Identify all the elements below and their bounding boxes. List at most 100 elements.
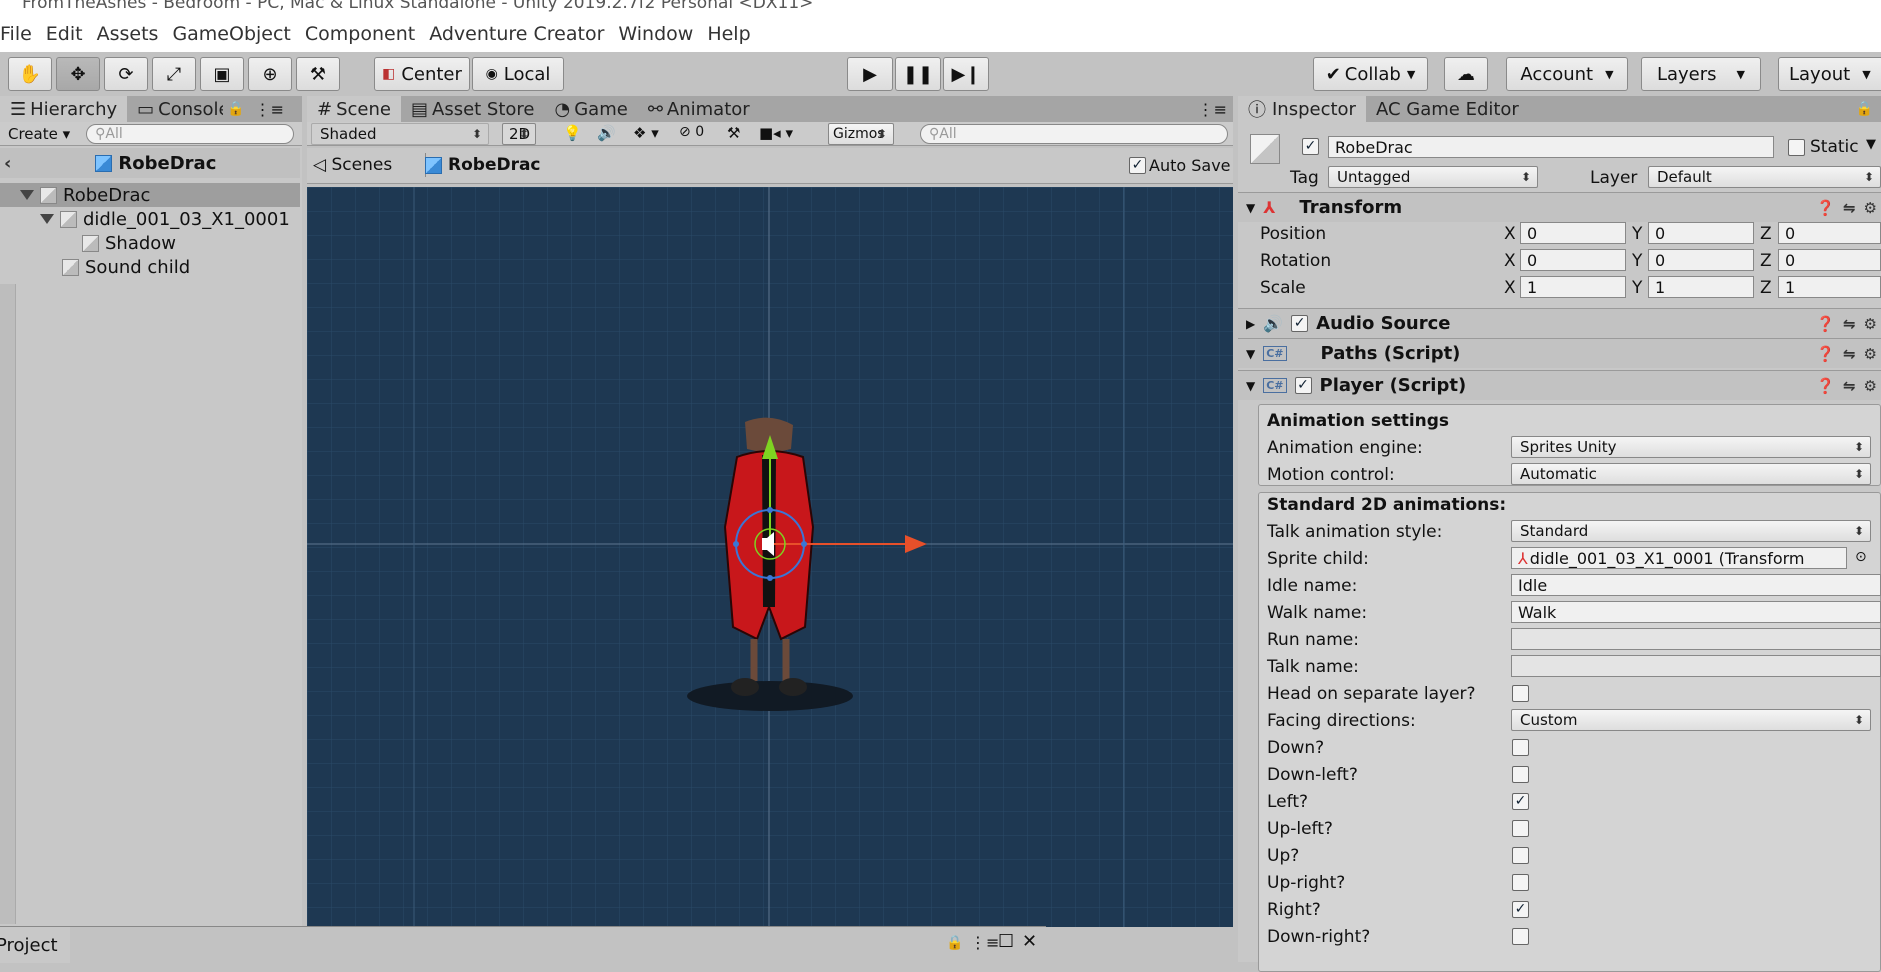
direction-left-checkbox[interactable]: ✓ xyxy=(1512,793,1529,810)
pause-button[interactable]: ❚❚ xyxy=(895,57,941,91)
tab-scene[interactable]: # Scene xyxy=(307,96,401,122)
direction-down-right-checkbox[interactable] xyxy=(1512,928,1529,945)
direction-up-right-checkbox[interactable] xyxy=(1512,874,1529,891)
direction-down-checkbox[interactable] xyxy=(1512,739,1529,756)
range-handle-top[interactable] xyxy=(767,507,773,513)
tools-icon[interactable]: ⚒ xyxy=(727,124,740,142)
head-separate-layer-checkbox[interactable] xyxy=(1512,685,1529,702)
tab-project[interactable]: Project xyxy=(0,927,70,963)
effects-icon[interactable]: ❖ ▾ xyxy=(633,124,659,142)
preset-icon[interactable]: ⇋ xyxy=(1843,199,1856,217)
direction-up-checkbox[interactable] xyxy=(1512,847,1529,864)
position-z-input[interactable]: 0 xyxy=(1778,222,1881,244)
scene-viewport[interactable] xyxy=(307,187,1233,927)
hierarchy-item-sound-child[interactable]: Sound child xyxy=(0,255,300,279)
hand-tool-button[interactable]: ✋ xyxy=(8,57,52,91)
rect-tool-button[interactable]: ▣ xyxy=(200,57,244,91)
play-button[interactable]: ▶ xyxy=(847,57,893,91)
auto-save-checkbox[interactable]: ✓ xyxy=(1129,157,1146,174)
hierarchy-search-input[interactable]: ⚲ All xyxy=(86,123,295,144)
expand-icon[interactable]: ▶ xyxy=(1246,317,1255,331)
panel-menu-icon[interactable]: ⋮≡ xyxy=(255,100,284,119)
rotation-z-input[interactable]: 0 xyxy=(1778,249,1881,271)
menu-component[interactable]: Component xyxy=(305,23,415,45)
hidden-objects-icon[interactable]: ⊘ 0 xyxy=(679,124,704,140)
back-arrow-icon[interactable]: ‹ xyxy=(4,153,11,174)
step-button[interactable]: ▶❙ xyxy=(943,57,989,91)
hierarchy-item-didle[interactable]: didle_001_03_X1_0001 xyxy=(0,207,300,231)
facing-directions-dropdown[interactable]: Custom xyxy=(1511,709,1871,731)
preset-icon[interactable]: ⇋ xyxy=(1843,345,1856,363)
mode-2d-toggle[interactable]: 2D xyxy=(502,123,536,145)
transform-header[interactable]: ▼ ⅄ Transform ❓ ⇋ ⚙ xyxy=(1238,192,1881,222)
direction-right-checkbox[interactable]: ✓ xyxy=(1512,901,1529,918)
gear-icon[interactable]: ⚙ xyxy=(1864,199,1877,217)
gear-icon[interactable]: ⚙ xyxy=(1864,377,1877,395)
audio-icon[interactable]: 🔊 xyxy=(597,124,616,142)
menu-adventure-creator[interactable]: Adventure Creator xyxy=(429,23,604,45)
position-y-input[interactable]: 0 xyxy=(1648,222,1754,244)
tab-asset-store[interactable]: ▤ Asset Store xyxy=(401,96,545,122)
maximize-icon[interactable]: ☐ xyxy=(998,931,1014,952)
tab-console[interactable]: ▭ Console xyxy=(127,96,223,122)
run-name-input[interactable] xyxy=(1511,628,1881,650)
layers-dropdown[interactable]: Layers ▼ xyxy=(1641,57,1761,91)
talk-style-dropdown[interactable]: Standard xyxy=(1511,520,1871,542)
layout-dropdown[interactable]: Layout ▼ xyxy=(1778,57,1881,91)
collapse-icon[interactable]: ▼ xyxy=(1246,379,1255,393)
scenes-breadcrumb[interactable]: ◁ Scenes xyxy=(313,155,392,175)
scene-search-input[interactable]: ⚲ All xyxy=(920,124,1228,144)
lock-icon[interactable]: 🔒 xyxy=(1856,101,1873,117)
transform-tool-button[interactable]: ⊕ xyxy=(248,57,292,91)
expand-icon[interactable] xyxy=(40,214,54,224)
tab-hierarchy[interactable]: ☰ Hierarchy xyxy=(0,96,128,122)
tag-dropdown[interactable]: Untagged xyxy=(1328,166,1538,188)
account-dropdown[interactable]: Account ▼ xyxy=(1506,57,1628,91)
expand-icon[interactable] xyxy=(20,190,34,200)
panel-menu-icon[interactable]: ⋮≡ xyxy=(1198,100,1227,119)
tab-game[interactable]: ◔ Game xyxy=(545,96,638,122)
scale-y-input[interactable]: 1 xyxy=(1648,276,1754,298)
collapse-icon[interactable]: ▼ xyxy=(1246,347,1255,361)
scene-canvas[interactable] xyxy=(307,187,1233,927)
sprite-child-field[interactable]: ⅄ didle_001_03_X1_0001 (Transform xyxy=(1511,547,1847,569)
scale-x-input[interactable]: 1 xyxy=(1520,276,1626,298)
range-handle-right[interactable] xyxy=(801,541,807,547)
collapse-icon[interactable]: ▼ xyxy=(1246,201,1255,215)
chevron-down-icon[interactable]: ▼ xyxy=(1866,137,1876,152)
help-icon[interactable]: ❓ xyxy=(1816,315,1835,333)
help-icon[interactable]: ❓ xyxy=(1816,345,1835,363)
range-handle-left[interactable] xyxy=(733,541,739,547)
menu-assets[interactable]: Assets xyxy=(97,23,159,45)
hierarchy-item-shadow[interactable]: Shadow xyxy=(0,231,300,255)
pivot-local-button[interactable]: ◉ Local xyxy=(472,57,564,91)
preset-icon[interactable]: ⇋ xyxy=(1843,377,1856,395)
scale-tool-button[interactable]: ⤢ xyxy=(152,57,196,91)
paths-script-header[interactable]: ▼ C# Paths (Script) ❓ ⇋ ⚙ xyxy=(1238,338,1881,368)
rotation-y-input[interactable]: 0 xyxy=(1648,249,1754,271)
gear-icon[interactable]: ⚙ xyxy=(1864,345,1877,363)
help-icon[interactable]: ❓ xyxy=(1816,199,1835,217)
rotate-tool-button[interactable]: ⟳ xyxy=(104,57,148,91)
cloud-button[interactable]: ☁ xyxy=(1444,57,1488,91)
lighting-icon[interactable]: 💡 xyxy=(563,124,582,142)
audio-source-enabled-checkbox[interactable]: ✓ xyxy=(1291,315,1309,332)
position-x-input[interactable]: 0 xyxy=(1520,222,1626,244)
collab-button[interactable]: ✔ Collab ▼ xyxy=(1313,57,1428,91)
tab-animator[interactable]: ⚯ Animator xyxy=(638,96,760,122)
prefab-breadcrumb[interactable]: RobeDrac xyxy=(425,155,541,175)
object-name-input[interactable]: RobeDrac xyxy=(1328,136,1774,158)
player-script-enabled-checkbox[interactable]: ✓ xyxy=(1294,377,1312,394)
lock-icon[interactable]: 🔒 xyxy=(227,101,244,117)
menu-gameobject[interactable]: GameObject xyxy=(172,23,290,45)
custom-tool-button[interactable]: ⚒ xyxy=(296,57,340,91)
hierarchy-item-robedrac[interactable]: RobeDrac xyxy=(0,183,300,207)
static-checkbox[interactable] xyxy=(1788,139,1805,156)
menu-help[interactable]: Help xyxy=(707,23,750,45)
menu-edit[interactable]: Edit xyxy=(46,23,83,45)
player-script-header[interactable]: ▼ C# ✓ Player (Script) ❓ ⇋ ⚙ xyxy=(1238,370,1881,400)
camera-icon[interactable]: ■◂ ▾ xyxy=(759,124,793,142)
audio-source-header[interactable]: ▶ 🔊 ✓ Audio Source ❓ ⇋ ⚙ xyxy=(1238,308,1881,338)
create-dropdown[interactable]: Create ▾ xyxy=(8,125,70,143)
idle-name-input[interactable]: Idle xyxy=(1511,574,1881,596)
